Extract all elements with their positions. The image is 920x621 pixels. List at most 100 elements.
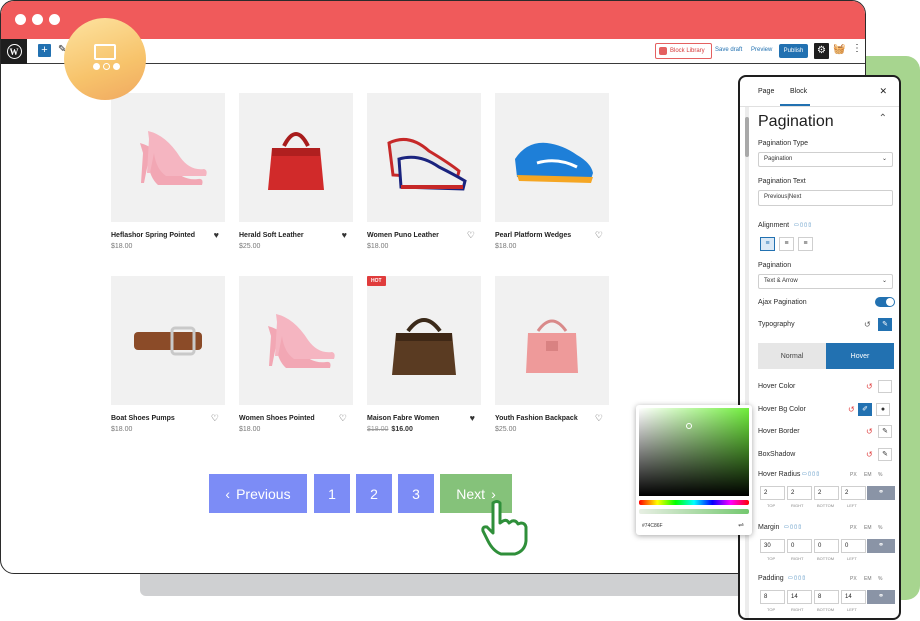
pagination-page-3[interactable]: 3 <box>398 474 434 513</box>
hue-slider[interactable] <box>639 500 749 505</box>
product-card[interactable]: Youth Fashion Backpack $25.00 ♡ <box>495 276 609 433</box>
publish-button[interactable]: Publish <box>779 44 808 58</box>
margin-top-input[interactable]: 30 <box>760 539 785 553</box>
pagination-text-input[interactable]: Previous|Next <box>758 190 893 206</box>
hex-value[interactable]: #74C86F <box>642 523 663 529</box>
wishlist-heart-outline-icon[interactable]: ♡ <box>339 413 347 424</box>
wishlist-heart-filled-icon[interactable]: ♥ <box>470 413 475 423</box>
chevron-up-icon[interactable]: ⌃ <box>879 113 887 124</box>
product-name[interactable]: Heflashor Spring Pointed <box>111 232 225 239</box>
product-name[interactable]: Women Shoes Pointed <box>239 415 353 422</box>
product-image[interactable] <box>495 93 609 222</box>
pagination-page-2[interactable]: 2 <box>356 474 392 513</box>
unit-px[interactable]: PX <box>850 576 857 582</box>
wishlist-heart-filled-icon[interactable]: ♥ <box>214 230 219 240</box>
wishlist-heart-filled-icon[interactable]: ♥ <box>342 230 347 240</box>
cart-icon[interactable]: 🧺 <box>833 44 845 55</box>
reset-icon[interactable]: ↺ <box>848 405 855 414</box>
product-image[interactable] <box>239 276 353 405</box>
add-block-button[interactable]: + <box>38 44 51 57</box>
product-image[interactable] <box>111 276 225 405</box>
reset-icon[interactable]: ↺ <box>866 450 873 459</box>
preview-link[interactable]: Preview <box>751 47 772 53</box>
more-options-icon[interactable]: ⋮ <box>852 43 862 54</box>
product-image[interactable] <box>495 276 609 405</box>
radius-top-input[interactable]: 2 <box>760 486 785 500</box>
adjust-sliders-icon[interactable]: ⇌ <box>738 521 744 529</box>
unit-percent[interactable]: % <box>878 525 882 531</box>
padding-bottom-input[interactable]: 8 <box>814 590 839 604</box>
responsive-device-icons[interactable]: ▭ ▯ ▯ ▯ <box>788 575 805 581</box>
settings-gear-icon[interactable]: ⚙ <box>814 43 829 59</box>
alpha-slider[interactable] <box>639 509 749 514</box>
tab-page[interactable]: Page <box>758 88 774 95</box>
panel-scrollbar[interactable] <box>745 107 749 618</box>
link-values-icon[interactable]: ⚭ <box>867 486 895 500</box>
product-name[interactable]: Women Puno Leather <box>367 232 481 239</box>
product-card[interactable]: HOT Maison Fabre Women $18.00 $16.00 ♥ <box>367 276 481 433</box>
reset-icon[interactable]: ↺ <box>864 320 871 329</box>
reset-icon[interactable]: ↺ <box>866 427 873 436</box>
product-card[interactable]: Herald Soft Leather $25.00 ♥ <box>239 93 353 250</box>
product-card[interactable]: Women Puno Leather $18.00 ♡ <box>367 93 481 250</box>
product-card[interactable]: Women Shoes Pointed $18.00 ♡ <box>239 276 353 433</box>
edit-border-icon[interactable]: ✎ <box>878 425 892 438</box>
radius-right-input[interactable]: 2 <box>787 486 812 500</box>
margin-left-input[interactable]: 0 <box>841 539 866 553</box>
product-image[interactable] <box>239 93 353 222</box>
state-normal-tab[interactable]: Normal <box>758 343 826 369</box>
product-image[interactable] <box>111 93 225 222</box>
product-name[interactable]: Boat Shoes Pumps <box>111 415 225 422</box>
wishlist-heart-outline-icon[interactable]: ♡ <box>467 230 475 241</box>
link-values-icon[interactable]: ⚭ <box>867 590 895 604</box>
pagination-style-select[interactable]: Text & Arrow ⌄ <box>758 274 893 289</box>
align-right-button[interactable]: ≡ <box>798 237 813 251</box>
product-card[interactable]: Heflashor Spring Pointed $18.00 ♥ <box>111 93 225 250</box>
product-name[interactable]: Herald Soft Leather <box>239 232 353 239</box>
pagination-previous-button[interactable]: ‹ Previous <box>209 474 307 513</box>
block-library-button[interactable]: Block Library <box>655 43 712 59</box>
hover-color-swatch[interactable] <box>878 380 892 393</box>
wishlist-heart-outline-icon[interactable]: ♡ <box>211 413 219 424</box>
pagination-type-select[interactable]: Pagination ⌄ <box>758 152 893 167</box>
close-icon[interactable]: ✕ <box>879 86 887 97</box>
padding-top-input[interactable]: 8 <box>760 590 785 604</box>
save-draft-link[interactable]: Save draft <box>715 47 742 53</box>
product-name[interactable]: Maison Fabre Women <box>367 415 481 422</box>
edit-typography-icon[interactable]: ✎ <box>878 318 892 331</box>
align-left-button[interactable]: ≡ <box>760 237 775 251</box>
eyedropper-icon[interactable]: ✐ <box>858 403 872 416</box>
color-swatch-icon[interactable]: ● <box>876 403 890 416</box>
product-name[interactable]: Youth Fashion Backpack <box>495 415 609 422</box>
reset-icon[interactable]: ↺ <box>866 382 873 391</box>
margin-right-input[interactable]: 0 <box>787 539 812 553</box>
responsive-device-icons[interactable]: ▭ ▯ ▯ ▯ <box>784 524 801 530</box>
product-name[interactable]: Pearl Platform Wedges <box>495 232 609 239</box>
unit-px[interactable]: PX <box>850 472 857 478</box>
product-image[interactable] <box>367 93 481 222</box>
unit-px[interactable]: PX <box>850 525 857 531</box>
unit-percent[interactable]: % <box>878 576 882 582</box>
pagination-page-1[interactable]: 1 <box>314 474 350 513</box>
unit-em[interactable]: EM <box>864 576 872 582</box>
wishlist-heart-outline-icon[interactable]: ♡ <box>595 230 603 241</box>
wishlist-heart-outline-icon[interactable]: ♡ <box>595 413 603 424</box>
tab-block[interactable]: Block <box>790 88 807 95</box>
saturation-field[interactable] <box>639 408 749 496</box>
wordpress-logo-icon[interactable]: W <box>1 39 27 64</box>
edit-boxshadow-icon[interactable]: ✎ <box>878 448 892 461</box>
product-card[interactable]: Pearl Platform Wedges $18.00 ♡ <box>495 93 609 250</box>
unit-em[interactable]: EM <box>864 472 872 478</box>
color-picker-handle[interactable] <box>686 423 692 429</box>
state-hover-tab[interactable]: Hover <box>826 343 894 369</box>
align-center-button[interactable]: ≡ <box>779 237 794 251</box>
padding-right-input[interactable]: 14 <box>787 590 812 604</box>
responsive-device-icons[interactable]: ▭ ▯ ▯ ▯ <box>802 471 819 477</box>
responsive-device-icons[interactable]: ▭ ▯ ▯ ▯ <box>794 222 811 228</box>
radius-left-input[interactable]: 2 <box>841 486 866 500</box>
product-card[interactable]: Boat Shoes Pumps $18.00 ♡ <box>111 276 225 433</box>
ajax-pagination-toggle[interactable] <box>875 297 895 307</box>
product-image[interactable]: HOT <box>367 276 481 405</box>
link-values-icon[interactable]: ⚭ <box>867 539 895 553</box>
radius-bottom-input[interactable]: 2 <box>814 486 839 500</box>
